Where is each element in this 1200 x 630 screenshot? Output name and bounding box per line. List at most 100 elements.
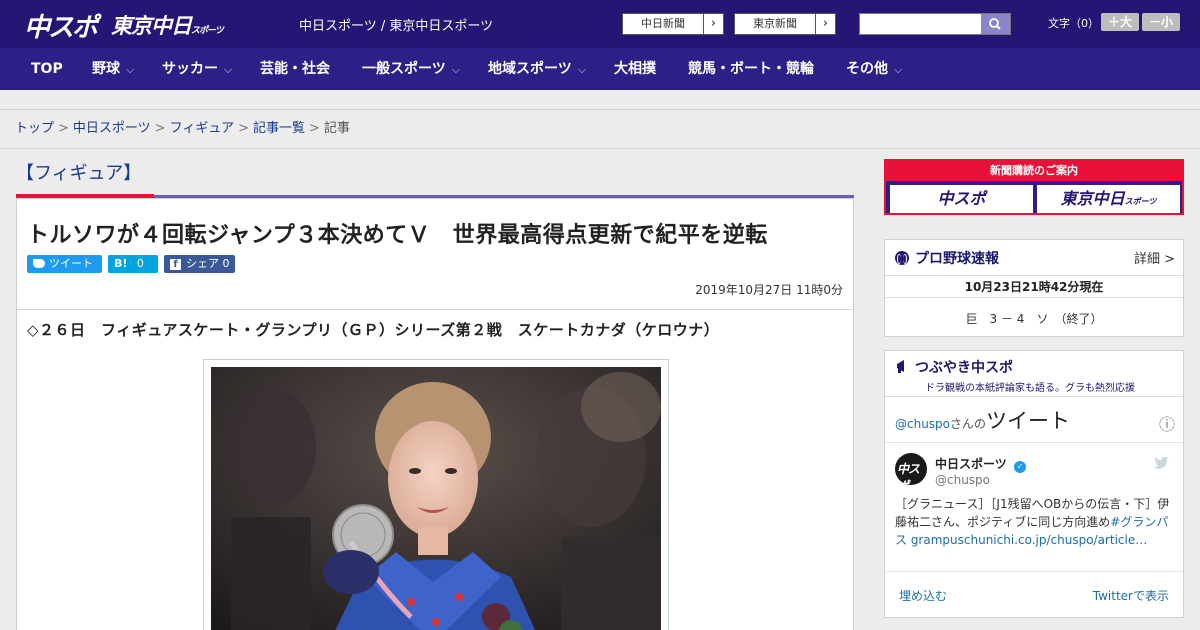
- breadcrumb-figure[interactable]: フィギュア: [170, 121, 234, 136]
- timeline-san: さんの: [950, 417, 987, 431]
- divider: [17, 309, 853, 310]
- article-title: トルソワが４回転ジャンプ３本決めてＶ 世界最高得点更新で紀平を逆転: [27, 223, 768, 248]
- category-title[interactable]: 【フィギュア】: [16, 159, 141, 185]
- subscribe-tokyo-button[interactable]: 東京中日スポーツ: [1037, 185, 1180, 213]
- baseball-title-text: プロ野球速報: [915, 251, 999, 267]
- embed-link[interactable]: 埋め込む: [899, 587, 947, 604]
- timeline-tweet-heading: ツイート: [986, 409, 1071, 433]
- skater-photo: [211, 367, 661, 630]
- nav-label: サッカー: [162, 61, 218, 77]
- subscribe-chuspo-button[interactable]: 中スポ: [890, 185, 1033, 213]
- nav-item-soccer[interactable]: サッカー ⌵: [162, 48, 232, 90]
- subscription-banner[interactable]: 新聞購読のご案内 中スポ 東京中日スポーツ: [884, 159, 1184, 215]
- nav-label: 一般スポーツ: [362, 61, 446, 77]
- facebook-icon: f: [170, 259, 181, 270]
- nav-label: 競馬・ボート・競輪: [688, 61, 814, 77]
- nav-item-sumo[interactable]: 大相撲: [614, 48, 656, 90]
- chevron-down-icon: ⌵: [577, 63, 587, 76]
- twitter-timeline-header: @chuspoさんのツイート ⓘ: [895, 405, 1175, 435]
- divider: [885, 442, 1183, 443]
- tweet-button-label: ツイート: [49, 257, 93, 270]
- font-size-label: 文字（0）: [1048, 17, 1099, 30]
- avatar[interactable]: 中スポ: [895, 453, 927, 485]
- chunichi-shimbun-label: 中日新聞: [641, 17, 685, 30]
- nav-label: 芸能・社会: [260, 61, 330, 77]
- article: トルソワが４回転ジャンプ３本決めてＶ 世界最高得点更新で紀平を逆転 ツイート B…: [16, 198, 854, 630]
- divider: [885, 571, 1183, 572]
- subscription-title: 新聞購読のご案内: [886, 161, 1182, 181]
- search-icon: [989, 18, 1001, 30]
- tweet-author-handle[interactable]: @chuspo: [935, 473, 990, 487]
- breadcrumb-current: 記事: [323, 121, 350, 136]
- nav-label: 大相撲: [614, 61, 656, 77]
- breadcrumb-separator: >: [58, 121, 69, 136]
- breadcrumb-article-list[interactable]: 記事一覧: [253, 121, 305, 136]
- category-header: 【フィギュア】: [16, 157, 854, 199]
- nav-label: 地域スポーツ: [488, 61, 572, 77]
- tweet-author-name-text: 中日スポーツ: [935, 457, 1007, 471]
- view-on-twitter-link[interactable]: Twitterで表示: [1093, 587, 1169, 604]
- tokyo-shimbun-label: 東京新聞: [753, 17, 797, 30]
- breadcrumb: トップ > 中日スポーツ > フィギュア > 記事一覧 > 記事: [0, 111, 1200, 149]
- info-icon[interactable]: ⓘ: [1159, 411, 1175, 435]
- tweet-button[interactable]: ツイート: [27, 255, 102, 273]
- tweet-author-name[interactable]: 中日スポーツ ✓: [935, 455, 1026, 473]
- tweets-card: つぶやき中スポ ドラ観戦の本紙評論家も語る。グラも熱烈応援 @chuspoさんの…: [884, 350, 1184, 618]
- verified-badge-icon: ✓: [1013, 461, 1026, 473]
- chevron-right-icon: ›: [703, 14, 723, 34]
- chuspo-logo[interactable]: 中スポ: [24, 7, 98, 44]
- nav-item-racing[interactable]: 競馬・ボート・競輪: [688, 48, 814, 90]
- hatena-bookmark-button[interactable]: B! 0: [108, 255, 158, 273]
- chunichi-shimbun-button[interactable]: 中日新聞 ›: [622, 13, 724, 35]
- hatena-count: 0: [136, 257, 144, 270]
- article-date: 2019年10月27日 11時0分: [695, 283, 843, 297]
- subscribe-tokyo-label: 東京中日: [1060, 189, 1125, 208]
- tokyo-chunichi-logo[interactable]: 東京中日スポーツ: [111, 10, 224, 40]
- article-photo[interactable]: [211, 367, 661, 630]
- divider: [885, 396, 1183, 397]
- article-photo-frame: [203, 359, 669, 630]
- twitter-bird-icon: [33, 259, 45, 268]
- nav-item-other[interactable]: その他 ⌵: [846, 48, 902, 90]
- breadcrumb-separator: >: [308, 121, 320, 136]
- breadcrumb-separator: >: [238, 121, 249, 136]
- facebook-count: 0: [222, 257, 230, 270]
- divider: [885, 297, 1183, 298]
- site-links[interactable]: 中日スポーツ / 東京中日スポーツ: [299, 15, 493, 34]
- hatena-icon: B!: [114, 257, 128, 270]
- baseball-detail-link[interactable]: 詳細 >: [1134, 248, 1175, 267]
- nav-item-general-sports[interactable]: 一般スポーツ ⌵: [362, 48, 460, 90]
- nav-label: 野球: [92, 61, 120, 77]
- chevron-right-icon: ›: [815, 14, 835, 34]
- nav-label: TOP: [31, 61, 63, 77]
- tokyo-shimbun-button[interactable]: 東京新聞 ›: [734, 13, 836, 35]
- main-nav: TOP 野球 ⌵ サッカー ⌵ 芸能・社会 一般スポーツ ⌵ 地域スポーツ ⌵ 大相撲 …: [0, 48, 1200, 90]
- site-header: 中スポ 東京中日スポーツ 中日スポーツ / 東京中日スポーツ 中日新聞 › 東京…: [0, 0, 1200, 48]
- nav-item-entertainment[interactable]: 芸能・社会: [260, 48, 330, 90]
- timeline-handle-link[interactable]: @chuspo: [895, 417, 950, 431]
- subscribe-tokyo-small: スポーツ: [1124, 197, 1157, 206]
- search-button[interactable]: [981, 14, 1010, 34]
- font-size-plus-button[interactable]: ＋大: [1101, 13, 1139, 31]
- chevron-down-icon: ⌵: [224, 63, 233, 76]
- search-form: [859, 13, 1011, 35]
- facebook-share-label: シェア: [186, 257, 219, 270]
- breadcrumb-top[interactable]: トップ: [15, 121, 54, 136]
- tokyo-logo-small: スポーツ: [191, 26, 224, 36]
- facebook-share-button[interactable]: f シェア 0: [164, 255, 235, 273]
- nav-item-top[interactable]: TOP: [31, 48, 63, 90]
- search-input[interactable]: [860, 14, 982, 34]
- divider: [885, 275, 1183, 276]
- tweets-card-subtitle: ドラ観戦の本紙評論家も語る。グラも熱烈応援: [925, 383, 1135, 394]
- breadcrumb-chunichi-sports[interactable]: 中日スポーツ: [73, 121, 151, 136]
- nav-item-baseball[interactable]: 野球 ⌵: [92, 48, 134, 90]
- baseball-game-score[interactable]: 巨 3 － 4 ソ （終了）: [885, 310, 1183, 327]
- font-size-minus-button[interactable]: －小: [1142, 13, 1180, 31]
- nav-label: その他: [846, 61, 888, 77]
- nav-item-local-sports[interactable]: 地域スポーツ ⌵: [488, 48, 586, 90]
- baseball-card-title: プロ野球速報: [895, 248, 999, 268]
- ad-strip: [0, 90, 1200, 110]
- chevron-down-icon: ⌵: [451, 63, 461, 76]
- twitter-bird-icon[interactable]: [1153, 455, 1169, 474]
- baseball-score-card: プロ野球速報 詳細 > 10月23日21時42分現在 巨 3 － 4 ソ （終了…: [884, 239, 1184, 337]
